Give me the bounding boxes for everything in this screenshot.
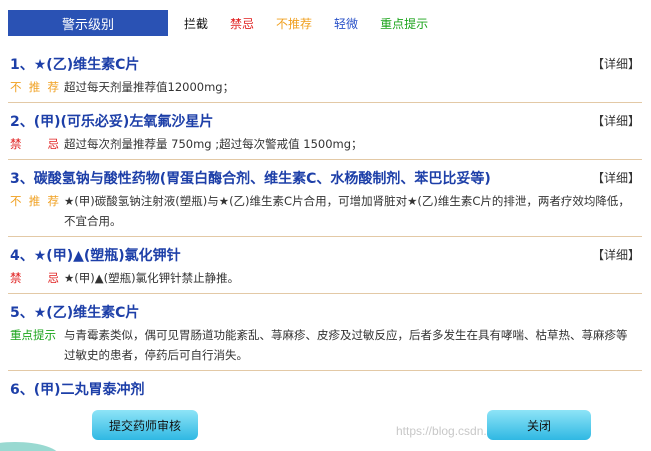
warning-level-char: 重点提示 bbox=[10, 328, 56, 342]
entry-body: 不推荐 ★(甲)碳酸氢钠注射液(塑瓶)与★(乙)维生素C片合用，可增加肾脏对★(乙… bbox=[10, 191, 642, 231]
warning-level-char: 荐 bbox=[47, 80, 60, 94]
warning-level-char: 忌 bbox=[47, 271, 60, 285]
entry-header: 5、★(乙)维生素C片 bbox=[10, 304, 642, 322]
entry-title: 1、★(乙)维生素C片 bbox=[10, 57, 140, 73]
legend-item-intercept: 拦截 bbox=[184, 16, 209, 31]
entry-description: 超过每次剂量推荐量 750mg ;超过每次警戒值 1500mg； bbox=[64, 137, 363, 151]
warning-level-char: 不 bbox=[10, 194, 22, 208]
footer-bar: 提交药师审核 https://blog.csdn.net/yangshuai51… bbox=[0, 398, 651, 451]
legend-title: 警示级别 bbox=[8, 10, 168, 36]
entry-title: 2、(甲)(可乐必妥)左氧氟沙星片 bbox=[10, 114, 214, 130]
entry-description: ★(甲)▲(塑瓶)氯化钾针禁止静推。 bbox=[64, 271, 240, 285]
entry-title: 5、★(乙)维生素C片 bbox=[10, 305, 140, 321]
submit-pharmacist-review-button[interactable]: 提交药师审核 bbox=[92, 410, 198, 440]
entry-header: 3、碳酸氢钠与酸性药物(胃蛋白酶合剂、维生素C、水杨酸制剂、苯巴比妥等) 【详细】 bbox=[10, 170, 642, 188]
entry-body: 不推荐超过每天剂量推荐值12000mg； bbox=[10, 77, 642, 97]
entry-header: 6、(甲)二丸胃泰冲剂 bbox=[10, 381, 642, 396]
legend-item-not-recommended: 不推荐 bbox=[276, 16, 313, 31]
detail-link[interactable]: 【详细】 bbox=[592, 113, 642, 129]
warning-level-char: 推 bbox=[28, 194, 41, 208]
warning-entry: 5、★(乙)维生素C片 重点提示 与青霉素类似，偶可见胃肠道功能紊乱、荨麻疹、皮疹及… bbox=[8, 294, 642, 371]
entry-body: 重点提示 与青霉素类似，偶可见胃肠道功能紊乱、荨麻疹、皮疹及过敏反应，后者多发生在… bbox=[10, 325, 642, 365]
warning-level-char: 忌 bbox=[47, 137, 60, 151]
detail-link[interactable]: 【详细】 bbox=[592, 170, 642, 186]
entry-description: ★(甲)碳酸氢钠注射液(塑瓶)与★(乙)维生素C片合用，可增加肾脏对★(乙)维生… bbox=[64, 194, 630, 228]
entry-title: 3、碳酸氢钠与酸性药物(胃蛋白酶合剂、维生素C、水杨酸制剂、苯巴比妥等) bbox=[10, 171, 491, 187]
warning-level-char: 推 bbox=[28, 80, 41, 94]
entry-description: 超过每天剂量推荐值12000mg； bbox=[64, 80, 235, 94]
entry-header: 4、★(甲)▲(塑瓶)氯化钾针 【详细】 bbox=[10, 247, 642, 265]
warning-level-label: 不推荐 bbox=[10, 191, 64, 231]
warning-level-char: 荐 bbox=[47, 194, 60, 208]
warning-level-legend: 警示级别 拦截 禁忌 不推荐 轻微 重点提示 bbox=[8, 10, 640, 36]
warning-entry: 3、碳酸氢钠与酸性药物(胃蛋白酶合剂、维生素C、水杨酸制剂、苯巴比妥等) 【详细】… bbox=[8, 160, 642, 237]
warning-list[interactable]: 1、★(乙)维生素C片 【详细】不推荐超过每天剂量推荐值12000mg； 2、(甲)… bbox=[8, 46, 642, 396]
warning-level-char: 禁 bbox=[10, 271, 22, 285]
entry-header: 2、(甲)(可乐必妥)左氧氟沙星片 【详细】 bbox=[10, 113, 642, 131]
warning-entry: 4、★(甲)▲(塑瓶)氯化钾针 【详细】禁忌 ★(甲)▲(塑瓶)氯化钾针禁止静推。 bbox=[8, 237, 642, 294]
entry-title: 6、(甲)二丸胃泰冲剂 bbox=[10, 382, 145, 396]
warning-entry: 6、(甲)二丸胃泰冲剂 bbox=[8, 371, 642, 396]
warning-level-label: 重点提示 bbox=[10, 325, 64, 365]
legend-item-key-reminder: 重点提示 bbox=[380, 16, 429, 31]
legend-item-contraindication: 禁忌 bbox=[230, 16, 255, 31]
legend-item-minor: 轻微 bbox=[334, 16, 359, 31]
detail-link[interactable]: 【详细】 bbox=[592, 247, 642, 263]
warning-entry: 1、★(乙)维生素C片 【详细】不推荐超过每天剂量推荐值12000mg； bbox=[8, 46, 642, 103]
entry-description: 与青霉素类似，偶可见胃肠道功能紊乱、荨麻疹、皮疹及过敏反应，后者多发生在具有哮喘… bbox=[64, 328, 628, 362]
close-button[interactable]: 关闭 bbox=[487, 410, 591, 440]
warning-entry: 2、(甲)(可乐必妥)左氧氟沙星片 【详细】禁忌超过每次剂量推荐量 750mg ;… bbox=[8, 103, 642, 160]
warning-level-char: 禁 bbox=[10, 137, 22, 151]
entry-body: 禁忌超过每次剂量推荐量 750mg ;超过每次警戒值 1500mg； bbox=[10, 134, 642, 154]
warning-level-char: 不 bbox=[10, 80, 22, 94]
entry-body: 禁忌 ★(甲)▲(塑瓶)氯化钾针禁止静推。 bbox=[10, 268, 642, 288]
warning-level-label: 不推荐 bbox=[10, 77, 64, 97]
decorative-corner-shape bbox=[0, 442, 60, 451]
detail-link[interactable]: 【详细】 bbox=[592, 56, 642, 72]
warning-level-label: 禁忌 bbox=[10, 134, 64, 154]
entry-header: 1、★(乙)维生素C片 【详细】 bbox=[10, 56, 642, 74]
entry-title: 4、★(甲)▲(塑瓶)氯化钾针 bbox=[10, 248, 181, 264]
warning-level-label: 禁忌 bbox=[10, 268, 64, 288]
